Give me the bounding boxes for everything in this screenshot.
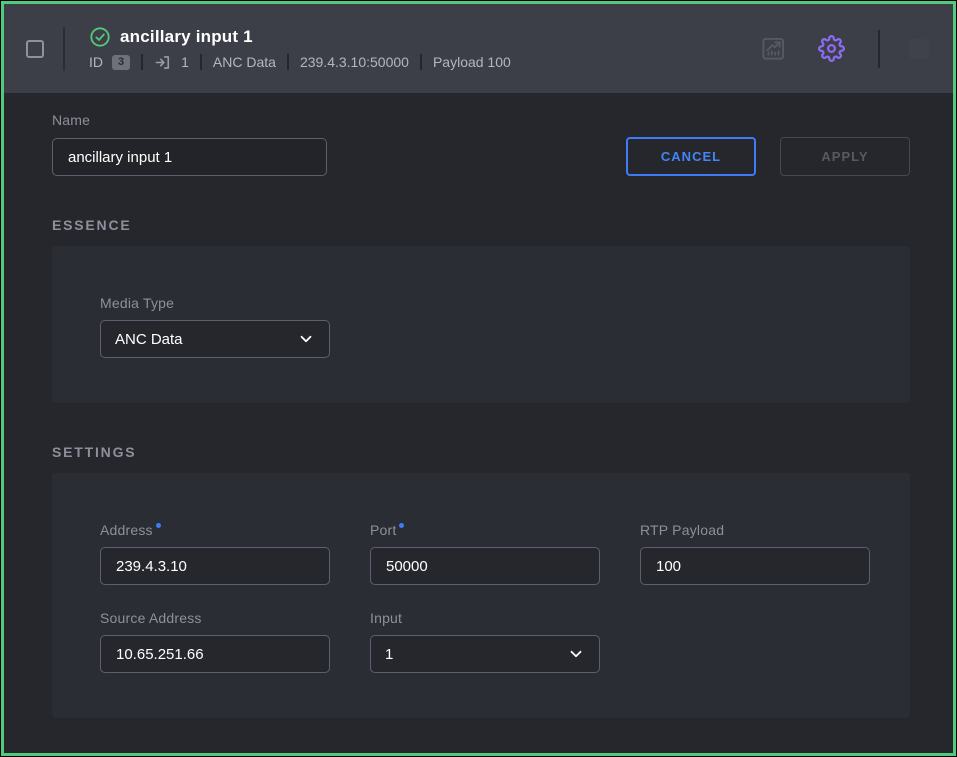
chevron-down-icon — [567, 645, 585, 663]
input-value: 1 — [385, 646, 393, 663]
ancillary-input-editor: ancillary input 1 ID 3 1 ANC Data 239.4.… — [1, 1, 956, 756]
header-bar: ancillary input 1 ID 3 1 ANC Data 239.4.… — [4, 4, 953, 93]
source-address-label: Source Address — [100, 610, 330, 626]
source-address-input[interactable] — [100, 635, 330, 673]
port-input[interactable] — [370, 547, 600, 585]
meta-divider — [420, 54, 422, 70]
settings-panel: Address Port RTP Payload Source Address — [52, 473, 910, 718]
status-ok-icon — [89, 26, 111, 48]
chevron-down-icon — [297, 330, 315, 348]
name-label: Name — [52, 112, 910, 128]
header-actions — [760, 30, 929, 68]
thumbnail-placeholder[interactable] — [909, 39, 929, 59]
meta-divider — [200, 54, 202, 70]
name-row: CANCEL APPLY — [52, 137, 910, 176]
statistics-button[interactable] — [760, 35, 787, 62]
address-field-group: Address — [100, 522, 330, 585]
settings-grid: Address Port RTP Payload Source Address — [100, 522, 862, 673]
source-address-field-group: Source Address — [100, 610, 330, 673]
essence-panel: Media Type ANC Data — [52, 246, 910, 403]
id-badge: 3 — [112, 55, 130, 70]
editor-content: Name CANCEL APPLY ESSENCE Media Type ANC… — [4, 93, 953, 718]
rtp-payload-field-group: RTP Payload — [640, 522, 870, 585]
meta-divider — [141, 54, 143, 70]
apply-button[interactable]: APPLY — [780, 137, 910, 176]
input-select[interactable]: 1 — [370, 635, 600, 673]
rtp-payload-input[interactable] — [640, 547, 870, 585]
meta-endpoint: 239.4.3.10:50000 — [300, 54, 409, 70]
name-input[interactable] — [52, 138, 327, 176]
address-label: Address — [100, 522, 330, 538]
meta-media-type: ANC Data — [213, 54, 276, 70]
essence-section-title: ESSENCE — [52, 217, 910, 233]
rtp-payload-label: RTP Payload — [640, 522, 870, 538]
media-type-select[interactable]: ANC Data — [100, 320, 330, 358]
input-field-group: Input 1 — [370, 610, 600, 673]
input-arrow-icon — [154, 53, 173, 72]
chart-icon — [760, 35, 787, 62]
select-checkbox[interactable] — [26, 40, 44, 58]
header-divider — [63, 27, 65, 71]
settings-section-title: SETTINGS — [52, 444, 910, 460]
port-label: Port — [370, 522, 600, 538]
required-dot — [156, 523, 161, 528]
action-buttons: CANCEL APPLY — [626, 137, 910, 176]
input-label: Input — [370, 610, 600, 626]
header-divider — [878, 30, 880, 68]
id-label: ID — [89, 54, 103, 70]
settings-button[interactable] — [787, 35, 845, 62]
meta-payload: Payload 100 — [433, 54, 511, 70]
address-input[interactable] — [100, 547, 330, 585]
page-title: ancillary input 1 — [120, 27, 253, 47]
gear-icon — [818, 35, 845, 62]
media-type-value: ANC Data — [115, 331, 183, 348]
media-type-label: Media Type — [100, 295, 862, 311]
title-block: ancillary input 1 ID 3 1 ANC Data 239.4.… — [89, 26, 511, 72]
meta-divider — [287, 54, 289, 70]
cancel-button[interactable]: CANCEL — [626, 137, 756, 176]
meta-input-number: 1 — [181, 54, 189, 70]
port-field-group: Port — [370, 522, 600, 585]
required-dot — [399, 523, 404, 528]
meta-row: ID 3 1 ANC Data 239.4.3.10:50000 Payload… — [89, 53, 511, 72]
